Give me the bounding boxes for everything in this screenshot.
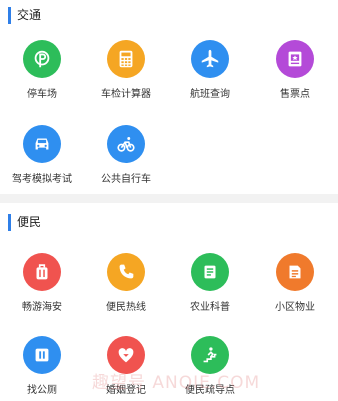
watermark: 趣望号 ANQIE.COM xyxy=(92,373,261,393)
tile-ticket[interactable]: 售票点 xyxy=(253,40,337,124)
ticket-icon xyxy=(276,40,314,78)
document-icon xyxy=(191,253,229,291)
tile-parking[interactable]: 停车场 xyxy=(0,40,84,124)
tile-label: 小区物业 xyxy=(275,302,315,313)
tile-property[interactable]: 小区物业 xyxy=(253,253,337,337)
section-title: 交通 xyxy=(17,7,42,22)
calculator-icon xyxy=(107,40,145,78)
tile-tour[interactable]: 畅游海安 xyxy=(0,253,84,337)
phone-icon xyxy=(107,253,145,291)
tile-label: 农业科普 xyxy=(190,302,230,313)
tile-label: 便民热线 xyxy=(106,302,146,313)
section-title: 便民 xyxy=(17,214,42,229)
section-divider xyxy=(0,194,338,203)
airplane-icon xyxy=(191,40,229,78)
section-accent-bar xyxy=(8,6,11,24)
car-icon xyxy=(23,125,61,163)
tile-label: 售票点 xyxy=(280,89,310,100)
tile-agriculture[interactable]: 农业科普 xyxy=(168,253,252,337)
section-accent-bar xyxy=(8,213,11,231)
tile-label: 畅游海安 xyxy=(22,302,62,313)
tile-label: 停车场 xyxy=(27,89,57,100)
tile-flight[interactable]: 航班查询 xyxy=(168,40,252,124)
tile-public-toilet[interactable]: 找公厕 xyxy=(0,336,84,401)
section-header-transport: 交通 xyxy=(0,3,41,27)
tile-calculator[interactable]: 车检计算器 xyxy=(84,40,168,124)
tile-label: 车检计算器 xyxy=(101,89,151,100)
tile-label: 驾考模拟考试 xyxy=(12,174,72,185)
luggage-icon xyxy=(23,253,61,291)
bicycle-icon xyxy=(107,125,145,163)
tile-label: 航班查询 xyxy=(190,89,230,100)
section-header-convenience: 便民 xyxy=(0,210,41,234)
tile-hotline[interactable]: 便民热线 xyxy=(84,253,168,337)
tile-label: 公共自行车 xyxy=(101,174,151,185)
toilet-icon xyxy=(23,336,61,374)
property-doc-icon xyxy=(276,253,314,291)
parking-icon xyxy=(23,40,61,78)
tile-label: 找公厕 xyxy=(27,385,57,396)
